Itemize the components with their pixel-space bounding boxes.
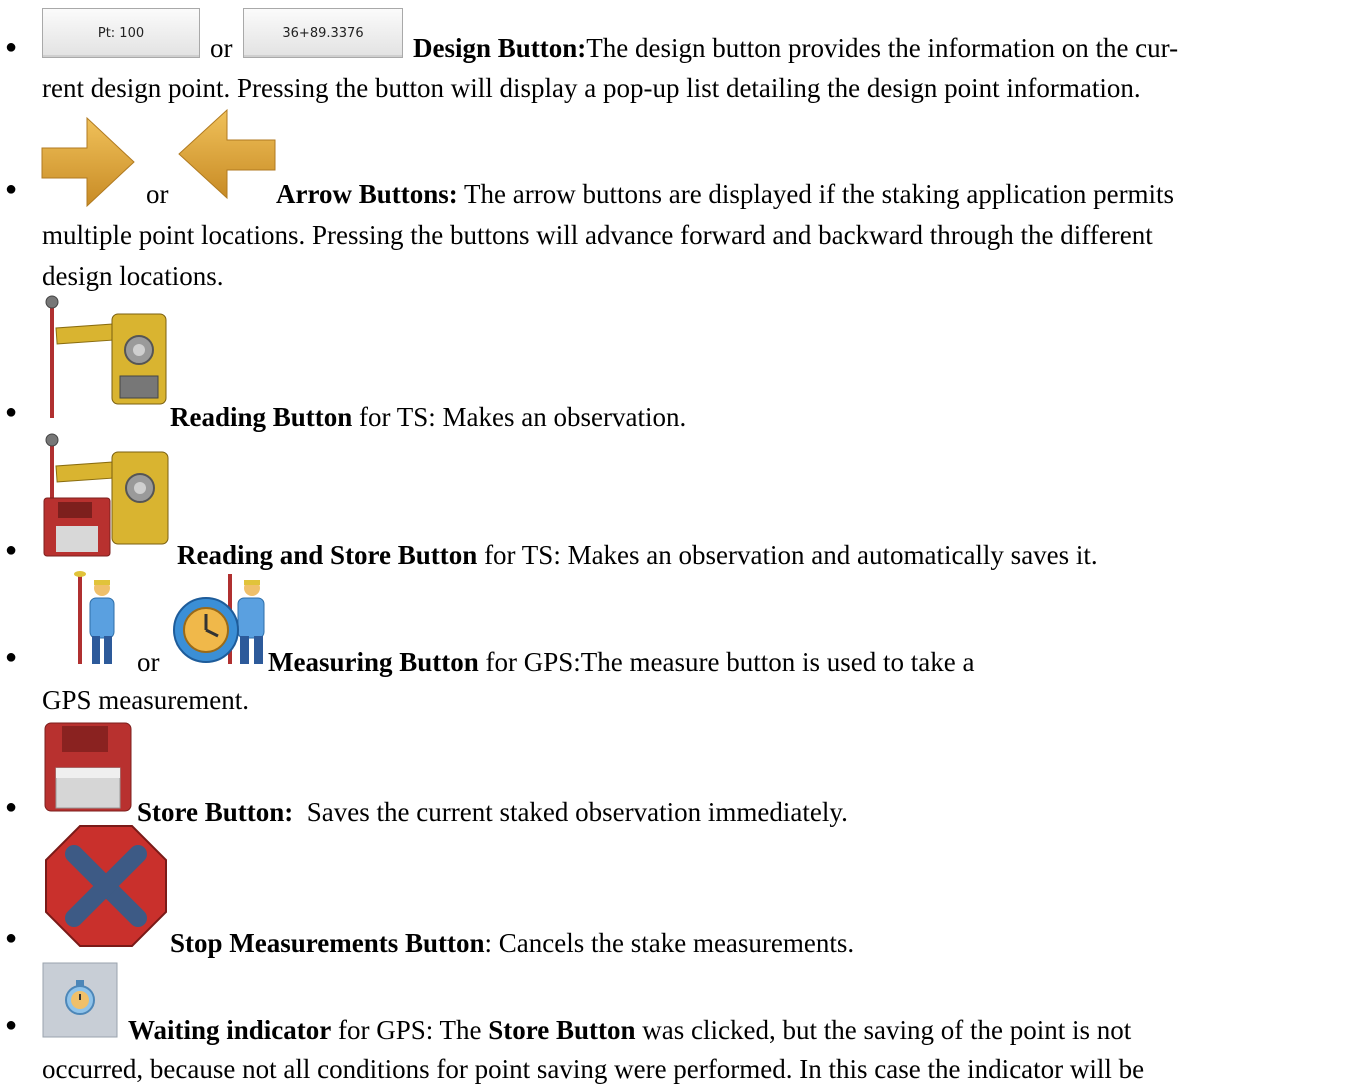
list-item-reading-store-button: ● Reading and Store Button for TS: Makes… [0,430,1351,570]
design-button-pt[interactable]: Pt: 100 [42,8,200,58]
waiting-clock-icon [42,962,118,1038]
item-title: Design Button: [413,33,587,63]
item-desc: for GPS: The [331,1015,489,1045]
bullet: ● [5,36,18,58]
item-line: Arrow Buttons: The arrow buttons are dis… [276,174,1174,215]
item-desc-line2: occurred, because not all conditions for… [42,1054,1145,1084]
item-title: Reading and Store Button [177,540,478,570]
list-item-measuring-button: ● or Measuring Button for GPS:The measur… [0,568,1351,718]
item-desc-line2: rent design point. Pressing the button w… [42,73,1141,103]
item-desc-line2: multiple point locations. Pressing the b… [42,220,1153,250]
item-line: Design Button:The design button provides… [413,28,1178,69]
arrow-left-icon[interactable] [177,108,277,200]
bullet: ● [5,927,18,949]
item-title: Waiting indicator [128,1015,332,1045]
bullet: ● [5,401,18,423]
item-title: Measuring Button [268,647,479,677]
total-station-store-icon[interactable] [42,432,172,558]
bullet: ● [5,539,18,561]
or-text: or [210,33,233,63]
item-desc-line3: design locations. [42,261,224,291]
design-button-station-label: 36+89.3376 [282,26,364,41]
item-desc-line2: GPS measurement. [42,685,249,715]
list-item-store-button: ● Store Button: Saves the current staked… [0,718,1351,830]
arrow-right-icon[interactable] [41,116,137,208]
design-button-station[interactable]: 36+89.3376 [243,8,403,58]
item-desc: for TS: Makes an observation. [352,402,687,432]
inline-store-button-ref: Store Button [488,1015,636,1045]
item-title: Stop Measurements Button [170,928,485,958]
item-line: Measuring Button for GPS:The measure but… [268,642,974,683]
or-text: or [146,179,169,209]
stop-x-icon[interactable] [44,824,168,948]
item-desc: for GPS:The measure button is used to ta… [478,647,975,677]
item-desc-b: was clicked, but the saving of the point… [635,1015,1132,1045]
design-button-pt-label: Pt: 100 [97,26,145,41]
list-item-waiting-indicator: ● Waiting indicator for GPS: The Store B… [0,958,1351,1084]
bullet: ● [5,646,18,668]
bullet: ● [5,796,18,818]
gps-timer-surveyor-icon[interactable] [172,570,268,666]
bullet: ● [5,178,18,200]
item-desc: The design button provides the informati… [586,33,1179,63]
gps-surveyor-icon[interactable] [70,570,120,666]
item-desc: for TS: Makes an observation and automat… [477,540,1098,570]
item-title: Reading Button [170,402,353,432]
floppy-disk-icon[interactable] [44,722,132,812]
item-desc: : Cancels the stake measurements. [484,928,855,958]
bullet: ● [5,1014,18,1036]
list-item-stop-button: ● Stop Measurements Button: Cancels the … [0,822,1351,964]
list-item-reading-button: ● Reading Button for TS: Makes an observ… [0,292,1351,432]
item-desc: The arrow buttons are displayed if the s… [457,179,1175,209]
list-item-arrow-buttons: ● or Arrow Buttons: The arrow buttons ar… [0,108,1351,300]
or-text: or [137,647,160,677]
item-title: Arrow Buttons: [276,179,458,209]
total-station-reading-icon[interactable] [42,294,170,420]
list-item-design-button: ● Pt: 100 or 36+89.3376 Design Button:Th… [0,0,1351,110]
item-line: Waiting indicator for GPS: The Store But… [128,1010,1131,1051]
